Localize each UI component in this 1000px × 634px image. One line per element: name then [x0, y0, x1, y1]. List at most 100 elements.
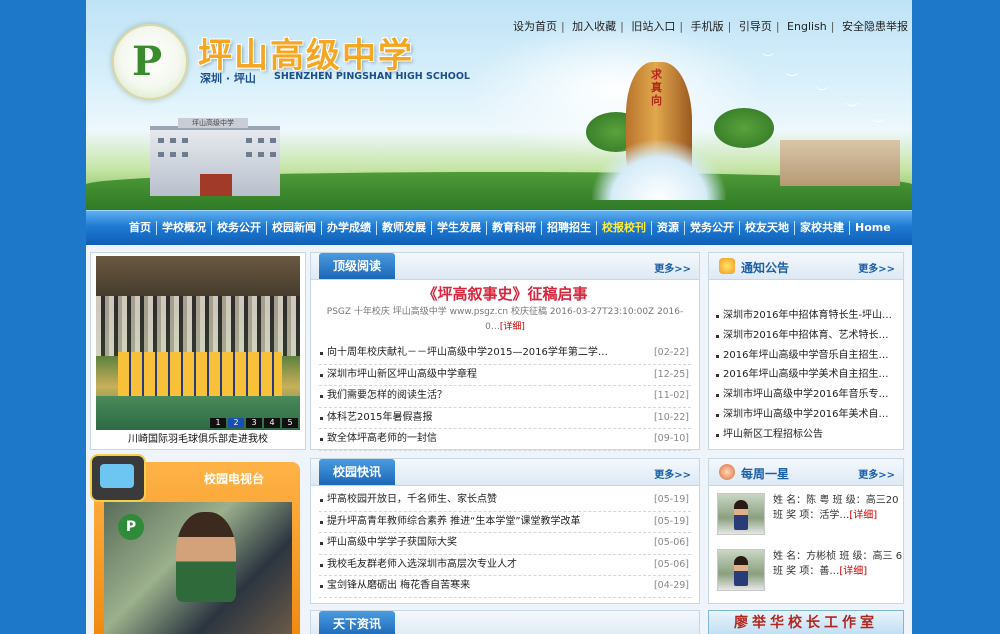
featured-desc: PSGZ 十年校庆 坪山高级中学 www.psgz.cn 校庆征稿 2016-0…: [321, 305, 689, 335]
notice-item[interactable]: 深圳市坪山高级中学2016年音乐专业…: [715, 385, 895, 405]
list-item[interactable]: 宝剑锋从磨砺出 梅花香自苦寒来 [04-29]: [319, 576, 691, 598]
nav-item-publications[interactable]: 校报校刊: [597, 221, 652, 235]
notice-more-link[interactable]: 更多>>: [858, 260, 895, 275]
featured-more-link[interactable]: 更多>>: [654, 260, 691, 275]
tv-video-player[interactable]: P: [104, 502, 292, 634]
featured-header: 顶级阅读 更多>>: [311, 253, 699, 280]
nav-item-affairs[interactable]: 校务公开: [212, 221, 267, 235]
list-item[interactable]: 向十周年校庆献礼－－坪山高级中学2015—2016学年第二学期… [02-22]: [319, 343, 691, 365]
star-photo[interactable]: [717, 493, 765, 535]
photo-caption[interactable]: 川崎国际羽毛球俱乐部走进我校: [96, 430, 300, 446]
list-item[interactable]: 提升坪高青年教师综合素养 推进“生本学堂”课堂教学改革 [05-19]: [319, 512, 691, 533]
list-item[interactable]: 致全体坪高老师的一封信 [09-10]: [319, 429, 691, 451]
notice-list: 深圳市2016年中招体育特长生-坪山… 深圳市2016年中招体育、艺术特长生… …: [709, 280, 903, 445]
campus-news-panel: 校园快讯 更多>> 坪高校园开放日，千名师生、家长点赞 [05-19] 提升坪高青…: [310, 458, 700, 604]
star-info: 姓 名：方彬桢 班 级：高三 6 班 奖 项：善…: [773, 551, 903, 577]
slider-pager: 1 2 3 4 5: [210, 418, 298, 428]
star-text: 姓 名：陈 粤 班 级：高三20班 奖 项：活学…[详细]: [773, 493, 903, 523]
nav-item-about[interactable]: 学校概况: [157, 221, 212, 235]
list-item[interactable]: 深圳市坪山新区坪山高级中学章程 [12-25]: [319, 365, 691, 386]
nav-item-research[interactable]: 教育科研: [487, 221, 542, 235]
building-door: [200, 174, 232, 196]
slider-page-5[interactable]: 5: [282, 418, 298, 428]
news-tab[interactable]: 校园快讯: [319, 459, 396, 485]
bird-icon: ︶: [816, 86, 829, 100]
featured-reading-panel: 顶级阅读 更多>> 《坪高叙事史》征稿启事 PSGZ 十年校庆 坪山高级中学 w…: [310, 252, 700, 451]
weekly-star-panel: 每周一星 更多>> 姓 名：陈 粤 班 级：高三20班 奖 项：活学…[详细] …: [708, 458, 904, 604]
top-link-home[interactable]: 设为首页: [513, 20, 557, 33]
featured-detail-link[interactable]: [详细]: [500, 322, 525, 332]
notice-item[interactable]: 深圳市2016年中招体育、艺术特长生…: [715, 326, 895, 346]
speaker-icon: [719, 258, 735, 274]
world-tab[interactable]: 天下资讯: [319, 611, 396, 634]
school-logo[interactable]: P: [112, 24, 188, 100]
stone-text: 求真向: [651, 68, 662, 107]
nav-item-achievements[interactable]: 办学成绩: [322, 221, 377, 235]
slider-page-3[interactable]: 3: [246, 418, 262, 428]
tv-title: 校园电视台: [204, 472, 265, 486]
nav-item-parents[interactable]: 家校共建: [795, 221, 850, 235]
star-photo[interactable]: [717, 549, 765, 591]
list-item[interactable]: 我校毛友群老师入选深圳市高层次专业人才 [05-06]: [319, 555, 691, 576]
nav-item-news[interactable]: 校园新闻: [267, 221, 322, 235]
featured-list: 向十周年校庆献礼－－坪山高级中学2015—2016学年第二学期… [02-22] …: [311, 339, 699, 451]
star-detail-link[interactable]: [详细]: [849, 510, 877, 521]
star-title: 每周一星: [741, 467, 790, 481]
tv-logo-icon: P: [118, 514, 144, 540]
slider-page-2[interactable]: 2: [228, 418, 244, 428]
news-header: 校园快讯 更多>>: [311, 459, 699, 486]
bird-icon: ︶: [846, 102, 859, 116]
star-info: 姓 名：陈 粤 班 级：高三20班 奖 项：活学…: [773, 495, 899, 521]
nav-item-teachers[interactable]: 教师发展: [377, 221, 432, 235]
bird-icon: ︶: [762, 52, 775, 66]
list-item[interactable]: 坪山高级中学学子获国际大奖 [05-06]: [319, 533, 691, 555]
top-link-old-site[interactable]: 旧站入口: [631, 20, 675, 33]
news-list: 坪高校园开放日，千名师生、家长点赞 [05-19] 提升坪高青年教师综合素养 推进…: [311, 486, 699, 598]
slider-page-1[interactable]: 1: [210, 418, 226, 428]
bird-icon: ︶: [872, 118, 885, 132]
star-entry: 姓 名：方彬桢 班 级：高三 6 班 奖 项：善…[详细]: [717, 549, 902, 597]
top-link-mobile[interactable]: 手机版: [691, 20, 724, 33]
notice-item[interactable]: 2016年坪山高级中学美术自主招生成…: [715, 365, 895, 385]
building-sign: 坪山高级中学: [178, 118, 248, 128]
tv-video-frame: [176, 512, 236, 602]
school-building: 坪山高级中学: [150, 118, 280, 196]
nav-item-home[interactable]: 首页: [124, 221, 157, 235]
star-entry: 姓 名：陈 粤 班 级：高三20班 奖 项：活学…[详细]: [717, 493, 898, 541]
tv-icon: [90, 454, 146, 502]
page: P 坪山高级中学 深圳 · 坪山 SHENZHEN PINGSHAN HIGH …: [86, 0, 912, 634]
list-item[interactable]: 我们需要怎样的阅读生活？ [11-02]: [319, 386, 691, 408]
star-detail-link[interactable]: [详细]: [839, 566, 867, 577]
star-more-link[interactable]: 更多>>: [858, 466, 895, 481]
bird-icon: ︶: [786, 72, 799, 86]
featured-title[interactable]: 《坪高叙事史》征稿启事: [311, 283, 699, 304]
featured-tab[interactable]: 顶级阅读: [319, 253, 396, 279]
nav-item-resources[interactable]: 资源: [652, 221, 685, 235]
world-news-panel: 天下资讯: [310, 610, 700, 634]
top-link-guide[interactable]: 引导页: [739, 20, 772, 33]
top-link-report[interactable]: 安全隐患举报: [842, 20, 908, 33]
header-banner: P 坪山高级中学 深圳 · 坪山 SHENZHEN PINGSHAN HIGH …: [86, 0, 912, 210]
top-link-english[interactable]: English: [787, 20, 827, 33]
slider-photo[interactable]: 1 2 3 4 5: [96, 256, 300, 430]
fountain: [592, 140, 726, 200]
nav-item-alumni[interactable]: 校友天地: [740, 221, 795, 235]
notice-item[interactable]: 坪山新区工程招标公告: [715, 425, 895, 445]
news-more-link[interactable]: 更多>>: [654, 466, 691, 481]
nav-item-students[interactable]: 学生发展: [432, 221, 487, 235]
photo-crowd: [96, 296, 300, 356]
principal-studio-banner[interactable]: 廖举华校长工作室: [708, 610, 904, 634]
list-item[interactable]: 体科艺2015年暑假喜报 [10-22]: [319, 408, 691, 429]
nav-item-home-en[interactable]: Home: [850, 221, 896, 235]
notice-item[interactable]: 2016年坪山高级中学音乐自主招生成…: [715, 346, 895, 366]
top-link-favorite[interactable]: 加入收藏: [572, 20, 616, 33]
list-item[interactable]: 坪高校园开放日，千名师生、家长点赞 [05-19]: [319, 490, 691, 512]
notice-item[interactable]: 深圳市2016年中招体育特长生-坪山…: [715, 306, 895, 326]
nav-item-admissions[interactable]: 招聘招生: [542, 221, 597, 235]
campus-building: [780, 140, 900, 186]
notice-item[interactable]: 深圳市坪山高级中学2016年美术自主…: [715, 405, 895, 425]
slider-page-4[interactable]: 4: [264, 418, 280, 428]
nav-item-party[interactable]: 党务公开: [685, 221, 740, 235]
person-icon: [719, 464, 735, 480]
notice-header: 通知公告 更多>>: [709, 253, 903, 280]
